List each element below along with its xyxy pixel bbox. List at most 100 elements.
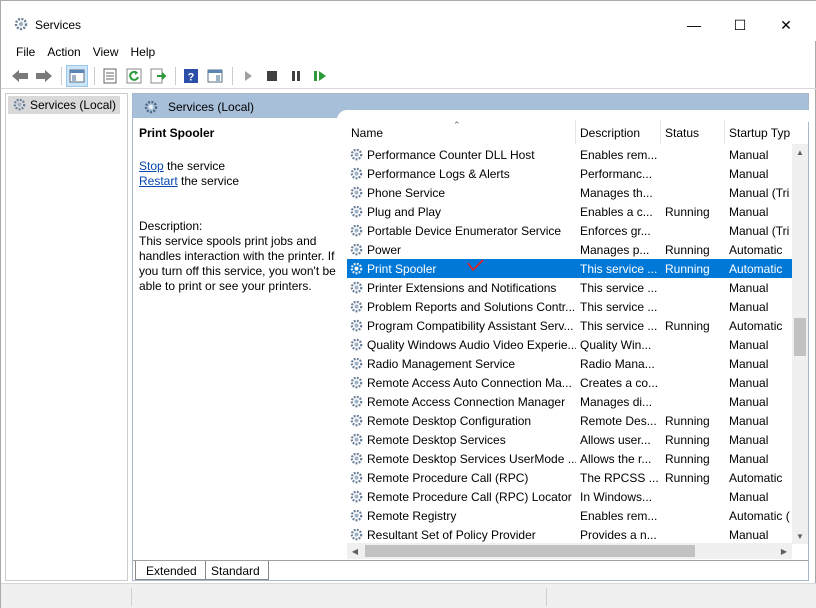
horizontal-scroll-thumb[interactable]: [365, 545, 695, 557]
service-row[interactable]: Print Spooler This service ... Running Auto…: [347, 259, 807, 278]
service-status: Running: [665, 451, 710, 466]
sort-ascending-icon: ⌃: [453, 120, 461, 130]
service-description: Manages di...: [580, 394, 653, 409]
help-button[interactable]: ?: [180, 65, 202, 87]
tree-item-services-local[interactable]: Services (Local): [8, 96, 121, 114]
service-row[interactable]: Remote Registry Enables rem... Automatic (: [347, 506, 807, 525]
column-header-description[interactable]: Description: [576, 120, 661, 144]
maximize-button[interactable]: ☐: [717, 9, 763, 41]
close-button[interactable]: ✕: [763, 9, 809, 41]
restart-service-button[interactable]: [309, 65, 331, 87]
service-row[interactable]: Printer Extensions and Notifications This…: [347, 278, 807, 297]
service-name-cell: Remote Desktop Configuration: [347, 413, 576, 428]
console-tree[interactable]: Services (Local): [5, 93, 128, 581]
vertical-scrollbar[interactable]: ▲ ▼: [792, 144, 808, 544]
service-row[interactable]: Remote Procedure Call (RPC) Locator In Wi…: [347, 487, 807, 506]
service-description: Creates a co...: [580, 375, 659, 390]
stop-service-link[interactable]: Stop: [139, 159, 164, 173]
toolbar: ?: [1, 63, 816, 89]
service-row[interactable]: Remote Procedure Call (RPC) The RPCSS ...…: [347, 468, 807, 487]
column-header-startup-type[interactable]: Startup Typ: [725, 120, 807, 144]
pause-service-button[interactable]: [285, 65, 307, 87]
stop-service-icon: [267, 70, 277, 81]
service-row[interactable]: Performance Counter DLL Host Enables rem.…: [347, 145, 807, 164]
column-header-name[interactable]: ⌃ Name: [347, 120, 576, 144]
service-row[interactable]: Remote Access Auto Connection Ma... Creat…: [347, 373, 807, 392]
restart-action-suffix: the service: [177, 174, 240, 188]
service-gear-icon: [350, 490, 363, 503]
toolbar-separator: [175, 66, 176, 85]
column-headers: ⌃ Name Description Status Startup Typ: [347, 120, 807, 144]
minimize-button[interactable]: —: [671, 9, 717, 41]
service-row[interactable]: Radio Management Service Radio Mana... Man…: [347, 354, 807, 373]
service-row[interactable]: Remote Desktop Services UserMode ... Allo…: [347, 449, 807, 468]
properties-icon: [103, 68, 117, 83]
scroll-left-button[interactable]: ◀: [347, 543, 363, 559]
service-name-cell: Remote Access Auto Connection Ma...: [347, 375, 576, 390]
menu-view[interactable]: View: [87, 43, 125, 61]
service-name: Remote Registry: [367, 508, 457, 523]
tab-extended[interactable]: Extended: [135, 561, 206, 580]
properties-button[interactable]: [99, 65, 121, 87]
show-hide-action-pane-button[interactable]: [204, 65, 226, 87]
show-console-tree-button[interactable]: [66, 64, 88, 87]
service-row[interactable]: Problem Reports and Solutions Contr... Th…: [347, 297, 807, 316]
refresh-button[interactable]: [123, 65, 145, 87]
scroll-right-button[interactable]: ▶: [776, 543, 792, 559]
start-service-button[interactable]: [237, 65, 259, 87]
toolbar-separator: [94, 66, 95, 85]
service-row[interactable]: Performance Logs & Alerts Performanc... Ma…: [347, 164, 807, 183]
service-gear-icon: [350, 395, 363, 408]
service-name: Remote Procedure Call (RPC) Locator: [367, 489, 572, 504]
forward-button[interactable]: [33, 65, 55, 87]
services-list[interactable]: ⌃ Name Description Status Startup Typ Pe…: [347, 120, 808, 560]
menu-file[interactable]: File: [10, 43, 41, 61]
restart-action-line: Restart the service: [139, 174, 339, 189]
service-description: Radio Mana...: [580, 356, 655, 371]
back-button[interactable]: [9, 65, 31, 87]
menu-action[interactable]: Action: [41, 43, 86, 61]
service-row[interactable]: Portable Device Enumerator Service Enforc…: [347, 221, 807, 240]
pause-service-icon: [292, 70, 300, 81]
refresh-icon: [126, 68, 142, 83]
service-row[interactable]: Power Manages p... Running Automatic: [347, 240, 807, 259]
service-description: Enables a c...: [580, 204, 653, 219]
service-row[interactable]: Remote Desktop Services Allows user... Run…: [347, 430, 807, 449]
service-status: Running: [665, 261, 710, 276]
service-description: This service ...: [580, 280, 658, 295]
restart-service-link[interactable]: Restart: [139, 174, 178, 188]
status-bar: [1, 583, 816, 608]
column-header-status[interactable]: Status: [661, 120, 725, 144]
tab-standard[interactable]: Standard: [201, 561, 269, 580]
scroll-up-button[interactable]: ▲: [792, 144, 808, 160]
service-name: Problem Reports and Solutions Contr...: [367, 299, 576, 314]
service-gear-icon: [350, 148, 363, 161]
service-name-cell: Remote Access Connection Manager: [347, 394, 576, 409]
service-row[interactable]: Remote Desktop Configuration Remote Des..…: [347, 411, 807, 430]
svg-text:?: ?: [188, 71, 195, 83]
service-name-cell: Radio Management Service: [347, 356, 576, 371]
service-name: Plug and Play: [367, 204, 442, 219]
export-list-button[interactable]: [147, 65, 169, 87]
service-name: Printer Extensions and Notifications: [367, 280, 557, 295]
menu-help[interactable]: Help: [125, 43, 162, 61]
horizontal-scrollbar[interactable]: ◀ ▶: [347, 543, 792, 559]
service-row[interactable]: Plug and Play Enables a c... Running Manual: [347, 202, 807, 221]
service-row[interactable]: Phone Service Manages th... Manual (Tri: [347, 183, 807, 202]
details-pane: Services (Local) Print Spooler Stop the …: [132, 93, 812, 581]
service-name: Performance Logs & Alerts: [367, 166, 510, 181]
service-row[interactable]: Remote Access Connection Manager Manages …: [347, 392, 807, 411]
vertical-scroll-thumb[interactable]: [794, 318, 806, 356]
service-name-cell: Printer Extensions and Notifications: [347, 280, 576, 295]
services-gear-icon: [14, 17, 28, 31]
service-status: Running: [665, 413, 710, 428]
service-status: Running: [665, 318, 710, 333]
scroll-down-button[interactable]: ▼: [792, 528, 808, 544]
service-gear-icon: [350, 281, 363, 294]
service-name-cell: Resultant Set of Policy Provider: [347, 527, 576, 542]
service-row[interactable]: Resultant Set of Policy Provider Provides…: [347, 525, 807, 544]
service-gear-icon: [350, 205, 363, 218]
stop-service-button[interactable]: [261, 65, 283, 87]
service-row[interactable]: Quality Windows Audio Video Experie... Qu…: [347, 335, 807, 354]
service-row[interactable]: Program Compatibility Assistant Serv... T…: [347, 316, 807, 335]
